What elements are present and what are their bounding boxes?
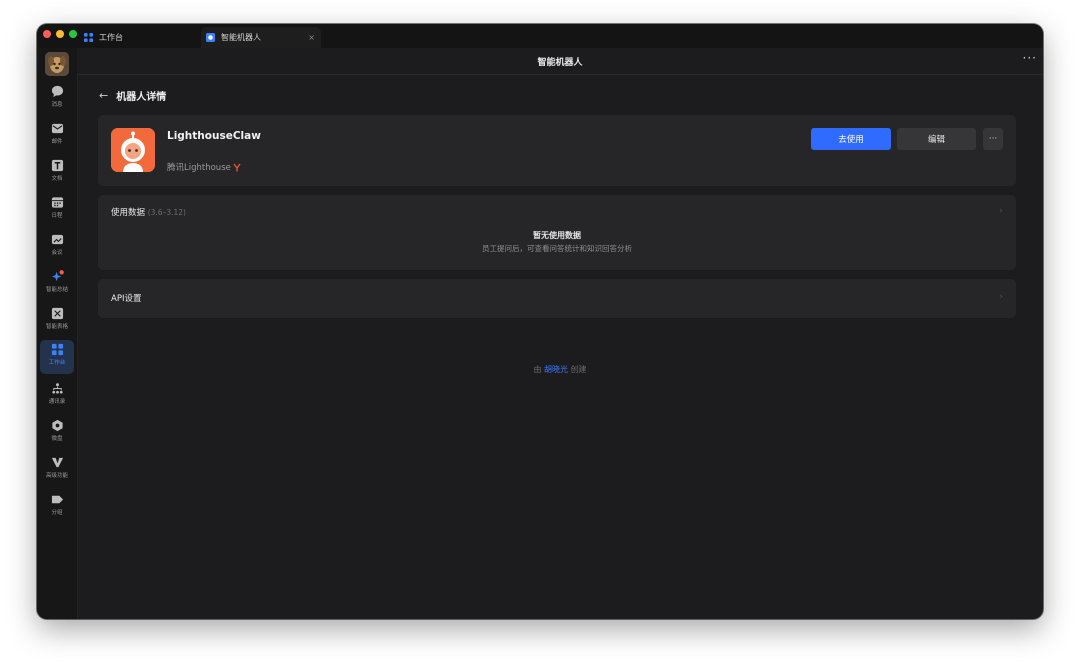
tab-label: 智能机器人 [221, 33, 261, 42]
calendar-icon [51, 197, 63, 208]
sidebar-item-smart-summary[interactable]: 智能总结 [40, 267, 74, 297]
sidebar-item-label: 文档 [51, 176, 63, 182]
grid-icon [51, 343, 63, 356]
robot-icon [111, 128, 155, 172]
sidebar-item-label: 高级功能 [45, 473, 68, 479]
sidebar-item-label: 智能总结 [45, 287, 68, 293]
app-window: 工作台 智能机器人 × 消息 邮件 文档 日程 会议 智能总结 智能表格 工作台… [37, 24, 1043, 619]
claw-icon [233, 163, 241, 171]
sidebar-item-label: 通讯录 [48, 399, 66, 405]
breadcrumb: ← 机器人详情 [99, 88, 166, 103]
usage-date-range: (3.6–3.12) [147, 208, 186, 217]
chevron-right-icon: › [999, 206, 1003, 216]
avatar-image [45, 52, 69, 76]
contacts-icon [51, 383, 63, 394]
doc-icon [51, 159, 63, 172]
bot-logo [111, 128, 155, 172]
tag-icon [51, 495, 63, 504]
grid-icon [84, 33, 93, 42]
tab-workbench[interactable]: 工作台 [84, 27, 194, 48]
sparkle-icon [51, 270, 64, 282]
tab-smart-bot[interactable]: 智能机器人 × [201, 27, 321, 48]
sidebar-item-advanced[interactable]: 高级功能 [40, 453, 74, 483]
creator-suffix: 创建 [570, 365, 587, 374]
sidebar-item-label: 会议 [51, 250, 63, 256]
sidebar-item-groups[interactable]: 分组 [40, 490, 74, 520]
creator-line: 由 胡晓光 创建 [77, 364, 1043, 375]
creator-link[interactable]: 胡晓光 [544, 365, 568, 374]
tab-close-icon[interactable]: × [308, 33, 315, 42]
api-settings-card[interactable]: API设置 › [98, 279, 1016, 318]
chevron-right-icon: › [999, 292, 1003, 302]
sidebar-item-workbench[interactable]: 工作台 [40, 340, 74, 374]
sidebar: 消息 邮件 文档 日程 会议 智能总结 智能表格 工作台 通讯录 微盘 高级功能… [37, 48, 78, 619]
content-header: 智能机器人 ··· [77, 48, 1043, 75]
empty-state-description: 员工提问后，可查看问答统计和知识回答分析 [482, 244, 632, 253]
avatar[interactable] [45, 52, 69, 76]
sidebar-item-label: 工作台 [48, 360, 66, 366]
tab-label: 工作台 [99, 33, 123, 42]
empty-state-title: 暂无使用数据 [533, 231, 581, 240]
sidebar-item-label: 日程 [51, 213, 63, 219]
sidebar-item-label: 微盘 [51, 436, 63, 442]
detail-title: 机器人详情 [116, 92, 167, 103]
usage-section-title: 使用数据 (3.6–3.12) [111, 206, 186, 218]
usage-data-card[interactable]: 使用数据 (3.6–3.12) › 暂无使用数据 员工提问后，可查看问答统计和知… [98, 195, 1016, 270]
sidebar-item-label: 消息 [51, 102, 63, 108]
sidebar-item-label: 分组 [51, 510, 63, 516]
sidebar-item-smart-table[interactable]: 智能表格 [40, 304, 74, 334]
title-bar: 工作台 智能机器人 × [37, 24, 1043, 48]
usage-title: 使用数据 [111, 208, 146, 218]
close-window-button[interactable] [43, 30, 51, 38]
vip-icon [51, 457, 63, 468]
minimize-window-button[interactable] [56, 30, 64, 38]
sidebar-item-contacts[interactable]: 通讯录 [40, 379, 74, 409]
sidebar-item-drive[interactable]: 微盘 [40, 416, 74, 446]
sidebar-item-label: 智能表格 [45, 324, 68, 330]
bot-name: LighthouseClaw [167, 130, 261, 142]
bot-org: 腾讯Lighthouse [167, 161, 241, 173]
sidebar-item-calendar[interactable]: 日程 [40, 193, 74, 223]
use-bot-button[interactable]: 去使用 [811, 128, 891, 150]
sidebar-item-label: 邮件 [51, 139, 63, 145]
bot-app-icon [206, 33, 215, 42]
bot-org-label: 腾讯Lighthouse [167, 163, 231, 173]
creator-prefix: 由 [533, 365, 542, 374]
maximize-window-button[interactable] [69, 30, 77, 38]
window-controls [43, 30, 77, 38]
mail-icon [51, 123, 63, 134]
more-options-button[interactable]: ··· [1023, 51, 1037, 65]
back-arrow-icon[interactable]: ← [99, 89, 108, 102]
edit-button[interactable]: 编辑 [897, 128, 976, 150]
sidebar-item-meeting[interactable]: 会议 [40, 230, 74, 260]
bot-info-card: LighthouseClaw 腾讯Lighthouse 去使用 编辑 ··· [98, 115, 1016, 186]
table-icon [51, 307, 63, 320]
api-section-title: API设置 [111, 294, 142, 304]
page-title: 智能机器人 [537, 58, 583, 68]
sidebar-item-docs[interactable]: 文档 [40, 156, 74, 186]
chat-bubble-icon [51, 85, 63, 98]
sidebar-item-mail[interactable]: 邮件 [40, 119, 74, 149]
sidebar-item-messages[interactable]: 消息 [40, 82, 74, 112]
more-actions-button[interactable]: ··· [983, 128, 1003, 150]
meeting-icon [51, 234, 63, 245]
drive-icon [51, 419, 63, 432]
